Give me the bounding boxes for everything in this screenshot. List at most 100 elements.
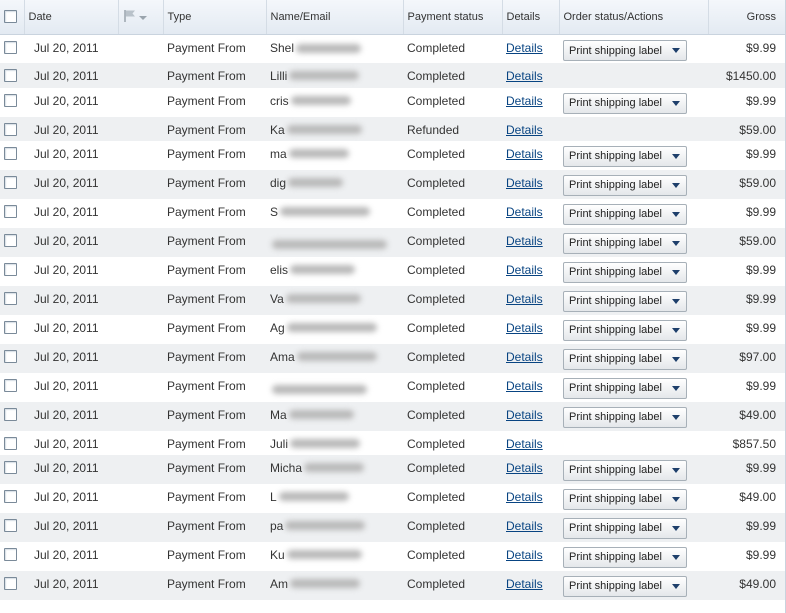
print-shipping-label-button[interactable]: Print shipping label — [563, 174, 687, 196]
row-flag-cell — [118, 315, 163, 344]
print-shipping-label-button[interactable]: Print shipping label — [563, 232, 687, 254]
row-checkbox[interactable] — [4, 407, 17, 421]
table-row[interactable]: Jul 20, 2011 Payment From pa Completed Detai… — [0, 512, 786, 542]
details-link[interactable]: Details — [506, 490, 543, 504]
row-checkbox[interactable] — [4, 68, 17, 82]
print-shipping-label-button[interactable]: Print shipping label — [563, 290, 687, 312]
row-checkbox[interactable] — [4, 41, 17, 54]
details-link[interactable]: Details — [506, 408, 543, 422]
column-header-type[interactable]: Type — [162, 0, 266, 35]
row-type: Payment From — [167, 41, 246, 55]
row-checkbox[interactable] — [4, 489, 17, 503]
row-checkbox[interactable] — [4, 320, 17, 334]
row-gross: $9.99 — [745, 320, 776, 335]
row-checkbox[interactable] — [4, 378, 17, 392]
row-order-action-cell: Print shipping label — [559, 315, 708, 344]
table-row[interactable]: Jul 20, 2011 Payment From elis Completed Det… — [0, 257, 786, 286]
table-row[interactable]: Jul 20, 2011 Payment From Ku Completed Detai… — [0, 542, 786, 571]
print-shipping-label-button[interactable]: Print shipping label — [563, 92, 687, 114]
print-shipping-label-button[interactable]: Print shipping label — [563, 488, 687, 510]
row-flag-cell — [118, 542, 163, 571]
row-checkbox[interactable] — [4, 93, 17, 107]
table-row[interactable]: Jul 20, 2011 Payment From cris Completed Det… — [0, 88, 786, 117]
details-link[interactable]: Details — [506, 292, 543, 306]
row-order-action-cell: Print shipping label — [559, 512, 708, 542]
table-row[interactable]: Jul 20, 2011 Payment From Va Completed Detai… — [0, 285, 786, 315]
details-link[interactable]: Details — [506, 69, 543, 83]
column-header-payment-status[interactable]: Payment status — [402, 0, 502, 35]
details-link[interactable]: Details — [506, 147, 543, 161]
row-checkbox[interactable] — [4, 146, 17, 160]
row-checkbox[interactable] — [4, 460, 17, 474]
print-shipping-label-button[interactable]: Print shipping label — [563, 517, 687, 539]
row-checkbox[interactable] — [4, 233, 17, 247]
details-link[interactable]: Details — [506, 263, 543, 277]
details-link[interactable]: Details — [506, 176, 543, 190]
details-link[interactable]: Details — [506, 234, 543, 248]
details-link[interactable]: Details — [506, 94, 543, 108]
table-row[interactable]: Jul 20, 2011 Payment From Completed Details… — [0, 373, 786, 402]
table-row[interactable]: Jul 20, 2011 Payment From Juli Completed Det… — [0, 431, 786, 455]
row-type: Payment From — [163, 343, 266, 373]
row-checkbox[interactable] — [4, 175, 17, 189]
table-row[interactable]: Jul 20, 2011 Payment From Micha Completed De… — [0, 454, 786, 484]
print-shipping-label-button[interactable]: Print shipping label — [563, 261, 687, 283]
row-date: Jul 20, 2011 — [24, 512, 118, 542]
print-shipping-label-button[interactable]: Print shipping label — [563, 348, 687, 370]
table-row[interactable]: Jul 20, 2011 Payment From S Completed Detail… — [0, 199, 786, 228]
table-row[interactable]: Jul 20, 2011 Payment From Shel Completed Det… — [0, 35, 786, 63]
table-row[interactable]: Jul 20, 2011 Payment From Ma Completed Detai… — [0, 401, 786, 431]
column-header-date[interactable]: Date — [23, 0, 118, 35]
row-checkbox[interactable] — [4, 518, 17, 532]
row-order-action-cell: Print shipping label — [559, 484, 708, 513]
print-shipping-label-button[interactable]: Print shipping label — [563, 546, 687, 568]
table-row[interactable]: Jul 20, 2011 Payment From dig Completed Deta… — [0, 169, 786, 199]
row-select-cell — [0, 169, 24, 199]
details-link[interactable]: Details — [506, 379, 543, 393]
row-checkbox[interactable] — [4, 122, 17, 136]
table-row[interactable]: Jul 20, 2011 Payment From ma Completed Detai… — [0, 141, 786, 170]
column-header-flag[interactable] — [117, 0, 163, 35]
column-header-name-email[interactable]: Name/Email — [265, 0, 403, 35]
row-name-email-cell: Ka — [266, 116, 403, 141]
row-checkbox[interactable] — [4, 204, 17, 218]
print-shipping-label-button[interactable]: Print shipping label — [563, 319, 687, 341]
table-row[interactable]: Jul 20, 2011 Payment From Ama Completed Deta… — [0, 343, 786, 373]
print-shipping-label-button[interactable]: Print shipping label — [563, 406, 687, 428]
column-header-gross[interactable]: Gross — [707, 0, 786, 35]
row-checkbox[interactable] — [4, 262, 17, 276]
details-link[interactable]: Details — [506, 577, 543, 591]
details-link[interactable]: Details — [506, 350, 543, 364]
print-shipping-label-button[interactable]: Print shipping label — [563, 203, 687, 225]
print-shipping-label-button[interactable]: Print shipping label — [563, 377, 687, 399]
table-row[interactable]: Jul 20, 2011 Payment From Ag Completed Detai… — [0, 315, 786, 344]
details-link[interactable]: Details — [506, 437, 543, 451]
details-link[interactable]: Details — [506, 519, 543, 533]
details-link[interactable]: Details — [506, 321, 543, 335]
table-row[interactable]: Jul 20, 2011 Payment From Completed Details… — [0, 227, 786, 257]
details-link[interactable]: Details — [506, 205, 543, 219]
dropdown-arrow-icon — [671, 327, 680, 333]
row-checkbox[interactable] — [4, 576, 17, 590]
select-all-checkbox[interactable] — [4, 10, 17, 23]
row-name-email-cell: Ku — [266, 542, 403, 571]
table-row[interactable]: Jul 20, 2011 Payment From Lilli Completed De… — [0, 62, 786, 88]
details-link[interactable]: Details — [506, 123, 543, 137]
print-shipping-label-button[interactable]: Print shipping label — [563, 575, 687, 597]
print-shipping-label-button[interactable]: Print shipping label — [563, 40, 687, 61]
row-checkbox[interactable] — [4, 349, 17, 363]
row-checkbox[interactable] — [4, 291, 17, 305]
row-flag-cell — [118, 343, 163, 373]
row-checkbox[interactable] — [4, 436, 17, 450]
table-row[interactable]: Jul 20, 2011 Payment From Ka Refunded Detail… — [0, 116, 786, 141]
row-checkbox[interactable] — [4, 547, 17, 561]
table-row[interactable]: Jul 20, 2011 Payment From L Completed Detail… — [0, 484, 786, 513]
print-shipping-label-button[interactable]: Print shipping label — [563, 459, 687, 481]
details-link[interactable]: Details — [506, 41, 543, 55]
print-shipping-label-text: Print shipping label — [569, 179, 662, 191]
details-link[interactable]: Details — [506, 461, 543, 475]
table-row[interactable]: Jul 20, 2011 Payment From Am Completed Detai… — [0, 570, 786, 600]
caret-down-icon[interactable] — [138, 15, 147, 20]
details-link[interactable]: Details — [506, 548, 543, 562]
print-shipping-label-button[interactable]: Print shipping label — [563, 145, 687, 167]
